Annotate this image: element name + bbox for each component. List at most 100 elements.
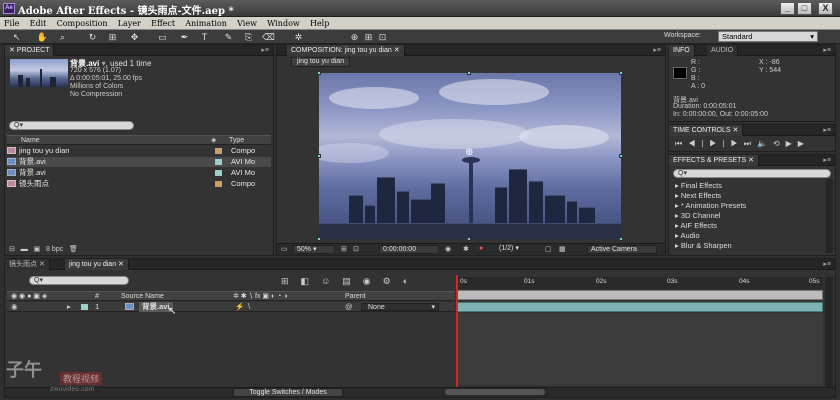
transform-handle[interactable] — [467, 237, 471, 241]
column-type[interactable]: Type — [229, 136, 244, 145]
pen-tool-icon[interactable]: ✒ — [178, 31, 191, 43]
last-frame-icon[interactable]: ⏭ — [744, 139, 757, 148]
pan-behind-tool-icon[interactable]: ✥ — [128, 31, 141, 43]
hand-tool-icon[interactable]: ✋ — [36, 31, 49, 43]
effect-category[interactable]: ▸ Next Effects — [675, 191, 721, 200]
composition-viewer[interactable]: ⊕ — [319, 73, 621, 239]
project-item[interactable]: 镜头雨点 Compo — [7, 179, 271, 189]
trash-icon[interactable]: 🗑 — [69, 246, 78, 253]
timeline-scrollbar[interactable] — [825, 277, 833, 389]
close-button[interactable]: X — [818, 2, 833, 15]
column-parent[interactable]: Parent — [345, 292, 366, 301]
menu-window[interactable]: Window — [263, 17, 304, 30]
transparency-grid-icon[interactable]: ▦ — [559, 245, 566, 253]
audio-icon[interactable]: 🔈 — [757, 139, 773, 148]
panel-menu-icon[interactable]: ▸≡ — [823, 46, 831, 54]
expand-layer-icon[interactable]: ▸ — [67, 302, 71, 312]
menu-help[interactable]: Help — [306, 17, 333, 30]
panel-menu-icon[interactable]: ▸≡ — [823, 260, 831, 268]
transform-handle[interactable] — [619, 154, 623, 158]
layer-row[interactable]: ◉ ▸ 1 背景.avi ⚡ ∖ @ None ▾ — [7, 302, 455, 312]
effects-scrollbar[interactable] — [826, 179, 833, 253]
tab-project[interactable]: ✕ PROJECT — [5, 45, 55, 56]
transform-handle[interactable] — [317, 71, 321, 75]
always-preview-icon[interactable]: ▭ — [281, 245, 288, 253]
maximize-button[interactable]: □ — [797, 2, 812, 15]
panel-menu-icon[interactable]: ▸≡ — [823, 156, 831, 164]
frame-blending-icon[interactable]: ▤ — [342, 276, 363, 286]
effects-search-input[interactable]: Q▾ — [673, 169, 831, 178]
graph-editor-icon[interactable]: ◐ — [403, 276, 420, 286]
camera-tool-icon[interactable]: ⊞ — [106, 31, 119, 43]
tab-effects-presets[interactable]: EFFECTS & PRESETS ✕ — [669, 155, 759, 166]
effect-category[interactable]: ▸ 3D Channel — [675, 211, 720, 220]
minimize-button[interactable]: _ — [780, 2, 795, 15]
region-of-interest-icon[interactable]: ▢ — [545, 245, 552, 253]
menu-animation[interactable]: Animation — [181, 17, 231, 30]
tab-info[interactable]: INFO — [669, 45, 695, 56]
transform-handle[interactable] — [619, 71, 623, 75]
project-search-input[interactable]: Q▾ — [9, 121, 134, 130]
effect-category[interactable]: ▸ * Animation Presets — [675, 201, 746, 210]
clone-tool-icon[interactable]: ⎘ — [242, 31, 255, 43]
play-icon[interactable]: ▶ — [709, 139, 722, 148]
time-ruler[interactable]: 0s 01s 02s 03s 04s 05s — [457, 277, 823, 289]
loop-icon[interactable]: ⟲ — [773, 139, 786, 148]
shy-layers-icon[interactable]: ☺ — [321, 276, 342, 286]
brush-tool-icon[interactable]: ✎ — [222, 31, 235, 43]
transform-handle[interactable] — [317, 237, 321, 241]
previous-frame-icon[interactable]: ◀| — [688, 139, 709, 148]
axis-world-icon[interactable]: ⊞ — [362, 31, 375, 43]
new-composition-icon[interactable]: ▣ — [34, 246, 41, 253]
next-frame-icon[interactable]: |▶ — [723, 139, 744, 148]
menu-layer[interactable]: Layer — [114, 17, 145, 30]
ram-preview-icon[interactable]: ▶▶ — [786, 139, 810, 148]
menu-view[interactable]: View — [233, 17, 261, 30]
panel-menu-icon[interactable]: ▸≡ — [261, 46, 269, 54]
tab-audio[interactable]: AUDIO — [707, 45, 739, 56]
layer-duration-bar[interactable] — [457, 302, 823, 312]
show-snapshot-icon[interactable]: ✱ — [463, 245, 469, 253]
transform-handle[interactable] — [619, 237, 623, 241]
effect-category[interactable]: ▸ Audio — [675, 231, 700, 240]
eraser-tool-icon[interactable]: ⌫ — [262, 31, 275, 43]
panel-menu-icon[interactable]: ▸≡ — [653, 46, 661, 54]
selection-tool-icon[interactable]: ↖ — [10, 31, 23, 43]
draft-3d-icon[interactable]: ◧ — [301, 276, 322, 286]
zoom-slider[interactable] — [445, 389, 545, 395]
transform-handle[interactable] — [317, 154, 321, 158]
layer-switch-icon[interactable]: ⚡ ∖ — [235, 302, 251, 312]
effect-category[interactable]: ▸ Final Effects — [675, 181, 722, 190]
tab-timeline-comp-2[interactable]: jing tou yu dian ✕ — [65, 259, 129, 270]
column-source-name[interactable]: Source Name — [121, 292, 164, 301]
transform-handle[interactable] — [467, 71, 471, 75]
effect-category[interactable]: ▸ AIF Effects — [675, 221, 717, 230]
column-name[interactable]: Name — [21, 136, 40, 145]
new-folder-icon[interactable]: ▬ — [21, 246, 28, 253]
composition-subtab[interactable]: jing tou yu dian — [291, 57, 351, 67]
project-item[interactable]: 背景.avi AVI Mo — [7, 168, 271, 178]
project-item[interactable]: jing tou yu dian Compo — [7, 146, 271, 156]
anchor-point-icon[interactable]: ⊕ — [465, 147, 473, 158]
tab-timeline-comp-1[interactable]: 镜头雨点 ✕ — [5, 259, 50, 270]
layer-label-swatch[interactable] — [81, 304, 88, 310]
effect-category[interactable]: ▸ Blur & Sharpen — [675, 241, 732, 250]
grid-icon[interactable]: ⊞ — [341, 245, 347, 253]
tab-time-controls[interactable]: TIME CONTROLS ✕ — [669, 125, 744, 136]
rotate-tool-icon[interactable]: ↻ — [86, 31, 99, 43]
mask-visibility-icon[interactable]: ⊡ — [353, 245, 359, 253]
timeline-search-input[interactable]: Q▾ — [29, 276, 129, 285]
toggle-switches-modes-button[interactable]: Toggle Switches / Modes — [233, 388, 343, 397]
comp-mini-flowchart-icon[interactable]: ⊞ — [281, 276, 301, 286]
mask-tool-icon[interactable]: ▭ — [156, 31, 169, 43]
workspace-dropdown[interactable]: Standard ▾ — [718, 31, 818, 42]
brainstorm-icon[interactable]: ⚙ — [383, 276, 403, 286]
camera-dropdown[interactable]: Active Camera — [587, 245, 657, 254]
resolution-dropdown[interactable]: (1/2) ▾ — [499, 245, 541, 254]
pickwhip-icon[interactable]: @ — [345, 302, 353, 312]
visibility-icon[interactable]: ◉ — [11, 302, 18, 312]
snapshot-icon[interactable]: ◉ — [445, 245, 451, 253]
work-area-bar[interactable] — [457, 290, 823, 300]
text-tool-icon[interactable]: T — [198, 31, 211, 43]
tab-composition[interactable]: COMPOSITION: jing tou yu dian ✕ — [287, 45, 405, 56]
